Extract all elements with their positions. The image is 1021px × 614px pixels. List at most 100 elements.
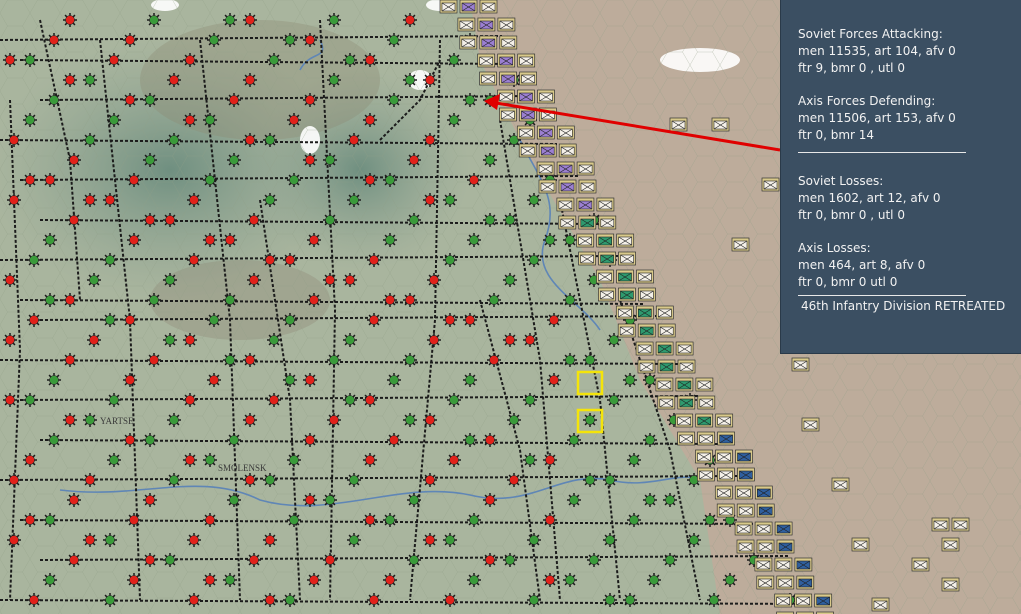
axis-rail-node[interactable] (723, 573, 737, 587)
soviet-rail-node[interactable] (183, 113, 197, 127)
unit-counter[interactable] (578, 215, 597, 230)
unit-counter[interactable] (538, 179, 557, 194)
unit-counter[interactable] (479, 35, 498, 50)
axis-rail-node[interactable] (503, 553, 517, 567)
unit-counter[interactable] (578, 251, 596, 266)
unit-counter[interactable] (477, 17, 496, 32)
axis-rail-node[interactable] (487, 293, 501, 307)
unit-counter[interactable] (439, 0, 458, 14)
unit-counter[interactable] (871, 597, 890, 612)
axis-rail-node[interactable] (527, 593, 541, 607)
soviet-rail-node[interactable] (243, 473, 257, 487)
axis-rail-node[interactable] (643, 373, 657, 387)
soviet-rail-node[interactable] (303, 153, 317, 167)
soviet-rail-node[interactable] (363, 393, 377, 407)
unit-counter[interactable] (538, 143, 557, 158)
axis-rail-node[interactable] (523, 453, 537, 467)
axis-rail-node[interactable] (287, 513, 301, 527)
unit-counter[interactable] (774, 557, 793, 572)
axis-rail-node[interactable] (223, 573, 237, 587)
unit-counter[interactable] (638, 287, 656, 302)
soviet-rail-node[interactable] (367, 313, 381, 327)
soviet-rail-node[interactable] (67, 153, 81, 167)
axis-rail-node[interactable] (263, 193, 277, 207)
axis-rail-node[interactable] (447, 113, 461, 127)
soviet-rail-node[interactable] (263, 253, 277, 267)
soviet-rail-node[interactable] (67, 553, 81, 567)
soviet-rail-node[interactable] (7, 473, 21, 487)
unit-counter[interactable] (695, 377, 714, 392)
soviet-rail-node[interactable] (363, 513, 377, 527)
soviet-rail-node[interactable] (47, 33, 61, 47)
axis-rail-node[interactable] (163, 273, 177, 287)
soviet-rail-node[interactable] (243, 353, 257, 367)
unit-counter[interactable] (616, 269, 634, 284)
soviet-rail-node[interactable] (323, 553, 337, 567)
soviet-rail-node[interactable] (203, 573, 217, 587)
soviet-rail-node[interactable] (363, 113, 377, 127)
axis-rail-node[interactable] (263, 133, 277, 147)
unit-counter[interactable] (801, 417, 820, 432)
axis-rail-node[interactable] (483, 153, 497, 167)
unit-counter[interactable] (754, 557, 773, 572)
axis-rail-node[interactable] (387, 373, 401, 387)
unit-counter[interactable] (951, 517, 970, 532)
soviet-rail-node[interactable] (303, 33, 317, 47)
soviet-rail-node[interactable] (27, 593, 41, 607)
axis-rail-node[interactable] (167, 473, 181, 487)
unit-counter[interactable] (737, 467, 755, 482)
soviet-rail-node[interactable] (23, 513, 37, 527)
axis-rail-node[interactable] (227, 433, 241, 447)
axis-rail-node[interactable] (387, 33, 401, 47)
unit-counter[interactable] (598, 287, 616, 302)
unit-counter[interactable] (695, 413, 714, 428)
soviet-rail-node[interactable] (443, 593, 457, 607)
axis-rail-node[interactable] (223, 293, 237, 307)
unit-counter[interactable] (941, 537, 960, 552)
soviet-rail-node[interactable] (27, 313, 41, 327)
unit-counter[interactable] (576, 161, 595, 176)
soviet-rail-node[interactable] (247, 553, 261, 567)
axis-rail-node[interactable] (267, 53, 281, 67)
axis-rail-node[interactable] (663, 553, 677, 567)
axis-rail-node[interactable] (443, 253, 457, 267)
soviet-rail-node[interactable] (303, 373, 317, 387)
soviet-rail-node[interactable] (423, 73, 437, 87)
axis-rail-node[interactable] (483, 213, 497, 227)
soviet-rail-node[interactable] (363, 53, 377, 67)
soviet-rail-node[interactable] (43, 173, 57, 187)
unit-counter[interactable] (596, 269, 614, 284)
axis-rail-node[interactable] (343, 53, 357, 67)
axis-rail-node[interactable] (663, 493, 677, 507)
soviet-rail-node[interactable] (87, 333, 101, 347)
unit-counter[interactable] (615, 305, 634, 320)
axis-rail-node[interactable] (287, 173, 301, 187)
axis-rail-node[interactable] (603, 533, 617, 547)
soviet-rail-node[interactable] (127, 573, 141, 587)
axis-rail-node[interactable] (203, 113, 217, 127)
axis-rail-node[interactable] (563, 573, 577, 587)
unit-counter[interactable] (794, 593, 813, 608)
unit-counter[interactable] (756, 503, 775, 518)
unit-counter[interactable] (697, 431, 715, 446)
axis-rail-node[interactable] (463, 93, 477, 107)
unit-counter[interactable] (635, 305, 654, 320)
unit-counter[interactable] (941, 577, 960, 592)
soviet-rail-node[interactable] (303, 93, 317, 107)
axis-rail-node[interactable] (47, 93, 61, 107)
unit-counter[interactable] (657, 323, 676, 338)
soviet-rail-node[interactable] (543, 513, 557, 527)
axis-rail-node[interactable] (343, 393, 357, 407)
axis-rail-node[interactable] (223, 13, 237, 27)
axis-rail-node[interactable] (407, 213, 421, 227)
axis-rail-node[interactable] (567, 493, 581, 507)
unit-counter[interactable] (497, 17, 516, 32)
unit-counter[interactable] (477, 53, 496, 68)
unit-counter[interactable] (517, 89, 535, 104)
axis-rail-node[interactable] (347, 533, 361, 547)
soviet-rail-node[interactable] (23, 173, 37, 187)
unit-counter[interactable] (497, 89, 515, 104)
soviet-rail-node[interactable] (223, 233, 237, 247)
soviet-rail-node[interactable] (443, 313, 457, 327)
soviet-rail-node[interactable] (3, 273, 17, 287)
